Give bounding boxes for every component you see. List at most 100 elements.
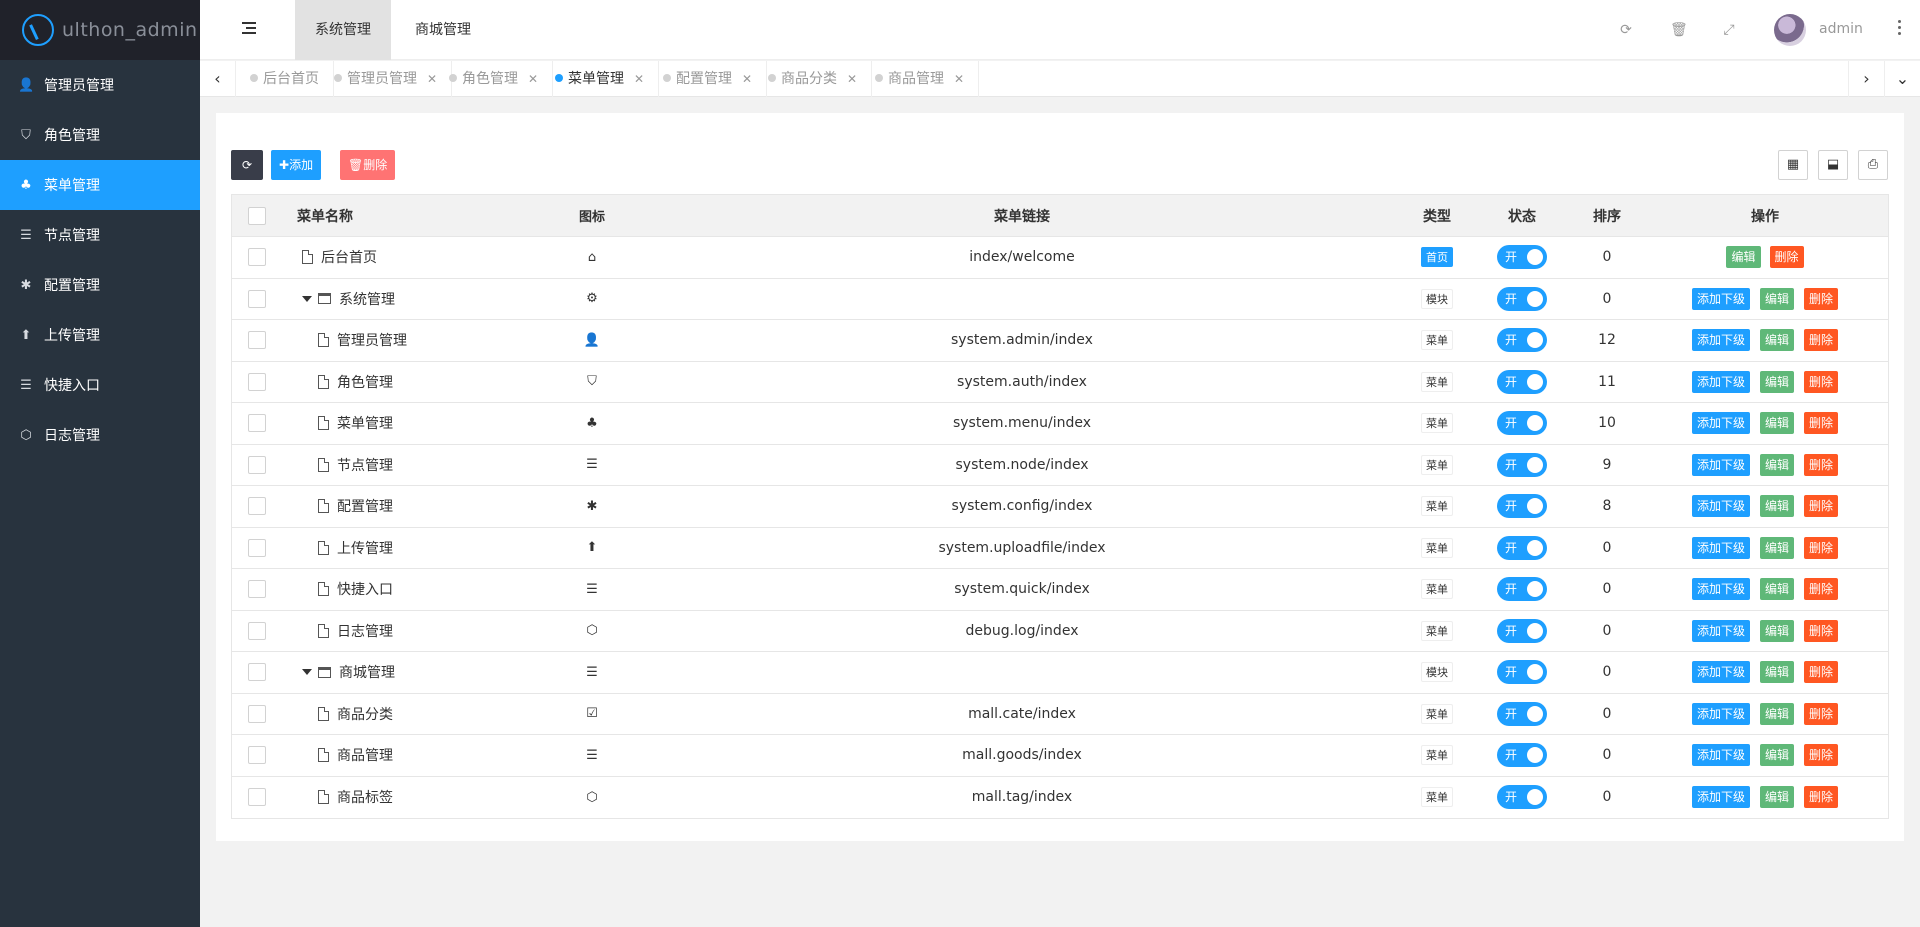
edit-button[interactable]: 编辑 — [1759, 495, 1794, 518]
row-checkbox[interactable] — [248, 746, 266, 765]
row-checkbox[interactable] — [248, 621, 266, 640]
sort-value[interactable]: 0 — [1572, 237, 1642, 278]
edit-button[interactable]: 编辑 — [1759, 578, 1794, 601]
close-icon[interactable]: ✕ — [847, 72, 857, 86]
tab-2[interactable]: 角色管理 ✕ — [435, 61, 554, 97]
edit-button[interactable]: 编辑 — [1759, 329, 1794, 352]
sidebar-item-4[interactable]: ✱ 配置管理 — [0, 260, 200, 310]
row-checkbox[interactable] — [248, 538, 266, 557]
close-icon[interactable]: ✕ — [954, 72, 964, 86]
delete-button[interactable]: 删除 — [1804, 578, 1839, 601]
row-checkbox[interactable] — [248, 372, 266, 391]
close-icon[interactable]: ✕ — [634, 72, 644, 86]
row-checkbox[interactable] — [248, 497, 266, 516]
sort-value[interactable]: 0 — [1572, 611, 1642, 652]
top-tab-system[interactable]: 系统管理 — [295, 0, 391, 60]
sidebar-item-6[interactable]: ☰ 快捷入口 — [0, 360, 200, 410]
add-child-button[interactable]: 添加下级 — [1691, 661, 1750, 684]
edit-button[interactable]: 编辑 — [1726, 246, 1761, 269]
delete-button[interactable]: 删除 — [1804, 453, 1839, 476]
add-child-button[interactable]: 添加下级 — [1691, 536, 1750, 559]
add-child-button[interactable]: 添加下级 — [1691, 412, 1750, 435]
sort-value[interactable]: 0 — [1572, 777, 1642, 819]
status-switch[interactable]: 开 — [1497, 785, 1547, 810]
fullscreen-icon[interactable]: ⤢ — [1721, 22, 1737, 38]
sort-value[interactable]: 9 — [1572, 445, 1642, 486]
delete-button[interactable]: 删除 — [1769, 246, 1804, 269]
sort-value[interactable]: 11 — [1572, 362, 1642, 403]
columns-icon[interactable]: ▦ — [1778, 150, 1808, 180]
tab-1[interactable]: 管理员管理 ✕ — [320, 61, 453, 97]
add-child-button[interactable]: 添加下级 — [1691, 370, 1750, 393]
tab-6[interactable]: 商品管理 ✕ — [861, 61, 980, 97]
edit-button[interactable]: 编辑 — [1759, 536, 1794, 559]
row-checkbox[interactable] — [248, 788, 266, 807]
close-icon[interactable]: ✕ — [528, 72, 538, 86]
status-switch[interactable]: 开 — [1497, 743, 1547, 768]
edit-button[interactable]: 编辑 — [1759, 661, 1794, 684]
select-all-checkbox[interactable] — [248, 206, 266, 225]
sidebar-item-7[interactable]: ⬡ 日志管理 — [0, 410, 200, 460]
sort-value[interactable]: 0 — [1572, 569, 1642, 610]
row-checkbox[interactable] — [248, 248, 266, 267]
sort-value[interactable]: 0 — [1572, 735, 1642, 776]
sort-value[interactable]: 0 — [1572, 694, 1642, 735]
edit-button[interactable]: 编辑 — [1759, 412, 1794, 435]
row-checkbox[interactable] — [248, 580, 266, 599]
status-switch[interactable]: 开 — [1497, 411, 1547, 436]
tab-next-icon[interactable]: › — [1848, 61, 1884, 97]
tab-dropdown-icon[interactable]: ⌄ — [1884, 61, 1920, 97]
top-tab-mall[interactable]: 商城管理 — [395, 0, 491, 60]
status-switch[interactable]: 开 — [1497, 452, 1547, 477]
more-icon[interactable] — [1898, 20, 1902, 38]
sidebar-item-5[interactable]: ⬆ 上传管理 — [0, 310, 200, 360]
menu-toggle-icon[interactable] — [242, 22, 256, 36]
add-child-button[interactable]: 添加下级 — [1691, 287, 1750, 310]
status-switch[interactable]: 开 — [1497, 660, 1547, 685]
delete-button[interactable]: 🗑删除 — [340, 150, 396, 180]
user-name[interactable]: admin — [1819, 21, 1863, 37]
close-icon[interactable]: ✕ — [742, 72, 752, 86]
delete-button[interactable]: 删除 — [1804, 412, 1839, 435]
add-child-button[interactable]: 添加下级 — [1691, 329, 1750, 352]
edit-button[interactable]: 编辑 — [1759, 453, 1794, 476]
export-icon[interactable]: ⬓ — [1818, 150, 1848, 180]
tab-5[interactable]: 商品分类 ✕ — [754, 61, 873, 97]
delete-button[interactable]: 删除 — [1804, 495, 1839, 518]
row-checkbox[interactable] — [248, 704, 266, 723]
sidebar-item-1[interactable]: ⛉ 角色管理 — [0, 110, 200, 160]
sort-value[interactable]: 0 — [1572, 279, 1642, 320]
status-switch[interactable]: 开 — [1497, 286, 1547, 311]
sidebar-item-3[interactable]: ☰ 节点管理 — [0, 210, 200, 260]
row-checkbox[interactable] — [248, 455, 266, 474]
add-child-button[interactable]: 添加下级 — [1691, 702, 1750, 725]
status-switch[interactable]: 开 — [1497, 701, 1547, 726]
row-checkbox[interactable] — [248, 663, 266, 682]
delete-button[interactable]: 删除 — [1804, 536, 1839, 559]
delete-button[interactable]: 删除 — [1804, 329, 1839, 352]
add-child-button[interactable]: 添加下级 — [1691, 453, 1750, 476]
status-switch[interactable]: 开 — [1497, 618, 1547, 643]
row-checkbox[interactable] — [248, 289, 266, 308]
delete-button[interactable]: 删除 — [1804, 744, 1839, 767]
edit-button[interactable]: 编辑 — [1759, 619, 1794, 642]
edit-button[interactable]: 编辑 — [1759, 370, 1794, 393]
logo[interactable]: ulthon_admin — [0, 0, 200, 60]
sidebar-item-2[interactable]: ♣ 菜单管理 — [0, 160, 200, 210]
status-switch[interactable]: 开 — [1497, 245, 1547, 270]
row-checkbox[interactable] — [248, 331, 266, 350]
expand-icon[interactable] — [302, 669, 312, 676]
tab-3[interactable]: 菜单管理 ✕ — [541, 61, 660, 97]
edit-button[interactable]: 编辑 — [1759, 702, 1794, 725]
sort-value[interactable]: 0 — [1572, 652, 1642, 693]
edit-button[interactable]: 编辑 — [1759, 786, 1794, 809]
refresh-icon[interactable]: ⟳ — [1618, 22, 1634, 38]
delete-button[interactable]: 删除 — [1804, 370, 1839, 393]
expand-icon[interactable] — [302, 295, 312, 302]
add-child-button[interactable]: 添加下级 — [1691, 578, 1750, 601]
status-switch[interactable]: 开 — [1497, 577, 1547, 602]
avatar[interactable] — [1774, 14, 1806, 46]
delete-button[interactable]: 删除 — [1804, 702, 1839, 725]
status-switch[interactable]: 开 — [1497, 535, 1547, 560]
delete-button[interactable]: 删除 — [1804, 786, 1839, 809]
